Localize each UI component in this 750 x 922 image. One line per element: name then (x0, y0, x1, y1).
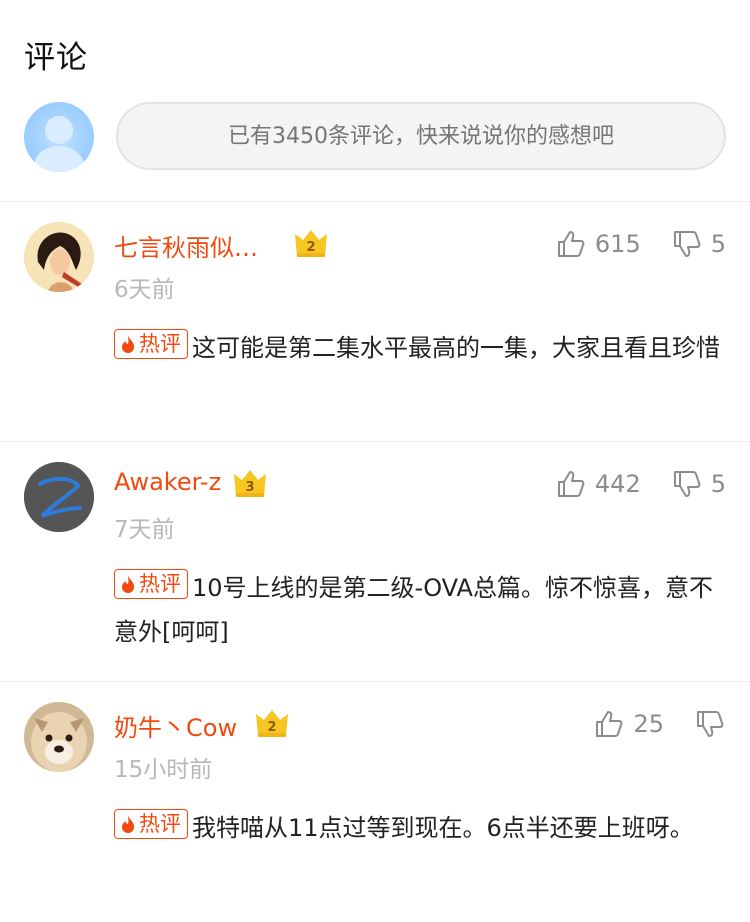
avatar[interactable] (24, 222, 94, 292)
comment-actions: 442 5 (555, 466, 726, 502)
comment-time: 7天前 (114, 517, 175, 543)
thumbs-down-icon[interactable] (694, 708, 726, 740)
svg-text:2: 2 (267, 720, 276, 735)
level-badge-icon: 2 (256, 710, 288, 737)
avatar[interactable] (24, 462, 94, 532)
like-count: 615 (594, 230, 641, 258)
svg-text:2: 2 (306, 240, 315, 255)
reply-count: 5 (710, 230, 726, 258)
comment-text: 热评 我特喵从11点过等到现在。6点半还要上班呀。 (114, 806, 724, 850)
flame-icon (122, 335, 135, 353)
current-user-avatar (24, 102, 94, 172)
hot-comment-badge: 热评 (114, 809, 188, 839)
comment-composer (24, 100, 726, 172)
comment-item: Awaker-z 3 7天前 442 5 热评 10号上线的是第二级-OVA总篇… (0, 442, 750, 680)
comment-actions: 615 5 (555, 226, 726, 262)
hot-comment-badge: 热评 (114, 569, 188, 599)
thumbs-down-icon[interactable] (671, 228, 703, 260)
comment-time: 15小时前 (114, 757, 213, 783)
reply-count: 5 (710, 470, 726, 498)
comment-text: 热评 这可能是第二集水平最高的一集，大家且看且珍惜 (114, 326, 724, 370)
comment-time: 6天前 (114, 277, 175, 303)
level-badge-icon: 3 (234, 470, 266, 497)
hot-comment-badge: 热评 (114, 329, 188, 359)
username[interactable]: 七言秋雨似… (114, 228, 258, 263)
username[interactable]: 奶牛丶Cow (114, 708, 237, 743)
thumbs-up-icon[interactable] (555, 228, 587, 260)
thumbs-up-icon[interactable] (555, 468, 587, 500)
username[interactable]: Awaker-z (114, 468, 221, 496)
flame-icon (122, 815, 135, 833)
svg-text:3: 3 (245, 480, 254, 495)
comment-item: 奶牛丶Cow 2 15小时前 25 热评 我特喵从11点过等到现在。6点半还要上… (0, 682, 750, 922)
avatar[interactable] (24, 702, 94, 772)
comment-actions: 25 (593, 706, 726, 742)
thumbs-down-icon[interactable] (671, 468, 703, 500)
level-badge-icon: 2 (295, 230, 327, 257)
comment-input[interactable] (116, 102, 726, 170)
like-count: 442 (594, 470, 641, 498)
comment-item: 七言秋雨似… 2 6天前 615 5 热评 这可能是第二集水平最高的一集，大家且… (0, 202, 750, 440)
page-title: 评论 (24, 40, 88, 76)
thumbs-up-icon[interactable] (593, 708, 625, 740)
flame-icon (122, 575, 135, 593)
like-count: 25 (633, 710, 664, 738)
comment-text: 热评 10号上线的是第二级-OVA总篇。惊不惊喜，意不意外[呵呵] (114, 566, 724, 654)
